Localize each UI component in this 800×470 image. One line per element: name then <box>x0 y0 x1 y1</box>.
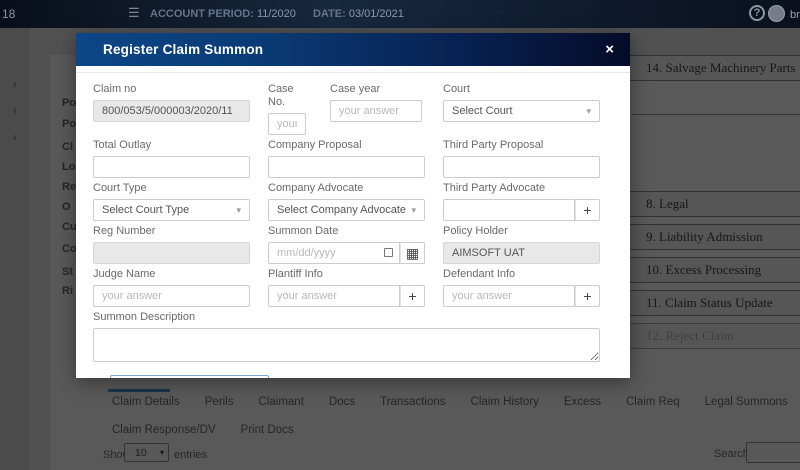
third-party-proposal-label: Third Party Proposal <box>443 139 600 152</box>
case-no-field: Case No. <box>268 83 306 135</box>
case-no-input[interactable] <box>268 113 306 135</box>
case-year-field: Case year <box>330 83 422 135</box>
court-field: Court Select Court ▾ <box>443 83 600 135</box>
reg-number-field: Reg Number <box>93 225 250 264</box>
register-claim-summon-modal: Register Claim Summon × Claim no Case No… <box>76 33 630 378</box>
case-year-input[interactable] <box>330 100 422 122</box>
company-advocate-select[interactable]: Select Company Advocate ▾ <box>268 199 425 221</box>
avatar[interactable] <box>768 5 785 22</box>
court-type-field: Court Type Select Court Type ▾ <box>93 182 250 221</box>
third-party-advocate-input[interactable] <box>443 199 575 221</box>
defendant-info-input[interactable] <box>443 285 575 307</box>
summon-date-label: Summon Date <box>268 225 425 238</box>
date-picker-icon[interactable] <box>384 248 393 257</box>
summon-date-field: Summon Date ▦ <box>268 225 425 264</box>
hamburger-menu-icon[interactable]: ☰ <box>128 5 140 21</box>
date-value: 03/01/2021 <box>349 8 404 20</box>
summon-description-textarea[interactable] <box>93 328 600 362</box>
third-party-advocate-field: Third Party Advocate + <box>443 182 600 221</box>
reg-number-label: Reg Number <box>93 225 250 238</box>
modal-title: Register Claim Summon <box>103 42 263 57</box>
judge-name-label: Judge Name <box>93 268 250 281</box>
plantiff-info-input[interactable] <box>268 285 400 307</box>
plantiff-info-label: Plantiff Info <box>268 268 425 281</box>
company-advocate-selected-value: Select Company Advocate <box>277 204 406 216</box>
total-outlay-label: Total Outlay <box>93 139 250 152</box>
app-window: 18 ☰ ACCOUNT PERIOD: 11/2020 DATE: 03/01… <box>0 0 800 470</box>
company-proposal-label: Company Proposal <box>268 139 425 152</box>
policy-holder-field: Policy Holder <box>443 225 600 264</box>
plantiff-info-field: Plantiff Info + <box>268 268 425 307</box>
case-year-label: Case year <box>330 83 422 96</box>
account-period-bar: ACCOUNT PERIOD: 11/2020 DATE: 03/01/2021 <box>150 8 418 20</box>
summon-description-field: Summon Description <box>93 311 600 367</box>
help-icon[interactable]: ? <box>749 5 765 21</box>
account-period-value: 11/2020 <box>257 8 296 20</box>
defendant-info-label: Defendant Info <box>443 268 600 281</box>
chevron-down-icon: ▾ <box>236 205 241 216</box>
case-no-label: Case No. <box>268 83 306 109</box>
court-type-label: Court Type <box>93 182 250 195</box>
modal-header: Register Claim Summon × <box>76 33 630 66</box>
add-plantiff-button[interactable]: + <box>400 285 425 307</box>
company-advocate-label: Company Advocate <box>268 182 425 195</box>
company-proposal-field: Company Proposal <box>268 139 425 178</box>
chevron-down-icon: ▾ <box>586 106 591 117</box>
account-period-label: ACCOUNT PERIOD: <box>150 8 254 20</box>
company-advocate-field: Company Advocate Select Company Advocate… <box>268 182 425 221</box>
add-defendant-button[interactable]: + <box>575 285 600 307</box>
reg-number-input <box>93 242 250 264</box>
claim-no-input <box>93 100 250 122</box>
judge-name-field: Judge Name <box>93 268 250 307</box>
summon-date-input[interactable] <box>268 242 400 264</box>
chevron-down-icon: ▾ <box>411 205 416 216</box>
judge-name-input[interactable] <box>93 285 250 307</box>
claim-no-label: Claim no <box>93 83 250 96</box>
policy-holder-label: Policy Holder <box>443 225 600 238</box>
save-button[interactable]: Save <box>110 375 269 378</box>
date-label: DATE: <box>313 8 346 20</box>
policy-holder-input <box>443 242 600 264</box>
username: br <box>790 9 800 21</box>
summon-description-label: Summon Description <box>93 311 600 324</box>
case-fields: Case No. Case year <box>268 83 425 135</box>
court-label: Court <box>443 83 600 96</box>
close-icon[interactable]: × <box>605 42 614 57</box>
third-party-advocate-label: Third Party Advocate <box>443 182 600 195</box>
court-type-selected-value: Select Court Type <box>102 204 189 216</box>
claim-no-field: Claim no <box>93 83 250 135</box>
total-outlay-field: Total Outlay <box>93 139 250 178</box>
court-selected-value: Select Court <box>452 105 513 117</box>
top-bar: 18 ☰ ACCOUNT PERIOD: 11/2020 DATE: 03/01… <box>0 0 800 28</box>
third-party-proposal-field: Third Party Proposal <box>443 139 600 178</box>
company-proposal-input[interactable] <box>268 156 425 178</box>
brand-fragment: 18 <box>2 7 15 21</box>
third-party-proposal-input[interactable] <box>443 156 600 178</box>
total-outlay-input[interactable] <box>93 156 250 178</box>
modal-body: Claim no Case No. Case year Court <box>76 72 630 378</box>
add-third-party-advocate-button[interactable]: + <box>575 199 600 221</box>
court-select[interactable]: Select Court ▾ <box>443 100 600 122</box>
court-type-select[interactable]: Select Court Type ▾ <box>93 199 250 221</box>
calendar-icon[interactable]: ▦ <box>400 242 425 264</box>
defendant-info-field: Defendant Info + <box>443 268 600 307</box>
